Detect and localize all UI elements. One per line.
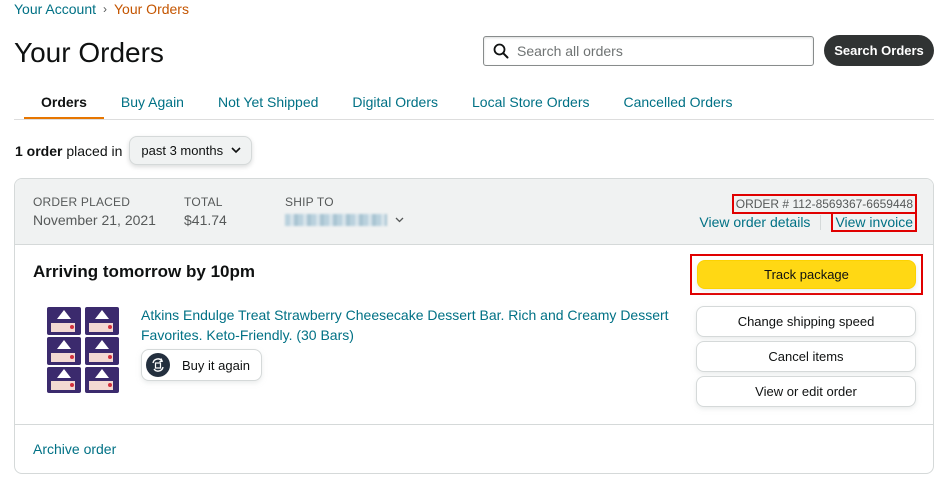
tab-orders[interactable]: Orders — [24, 88, 104, 119]
track-package-highlight: Track package — [690, 254, 923, 295]
time-period-dropdown[interactable]: past 3 months — [129, 136, 253, 165]
ship-to-label: SHIP TO — [285, 195, 334, 209]
track-package-button[interactable]: Track package — [697, 260, 916, 289]
buy-it-again-label: Buy it again — [182, 357, 250, 373]
search-box[interactable] — [483, 36, 814, 66]
placed-in-label: placed in — [66, 142, 123, 159]
buy-it-again-button[interactable]: Buy it again — [141, 349, 262, 381]
search-input[interactable] — [517, 43, 807, 59]
product-thumbnail[interactable] — [45, 305, 121, 395]
cancel-items-button[interactable]: Cancel items — [696, 341, 916, 372]
link-divider — [820, 214, 822, 230]
view-order-details-link[interactable]: View order details — [699, 214, 810, 230]
order-header-links: View order details View invoice — [699, 212, 917, 232]
order-total-label: TOTAL — [184, 195, 223, 209]
tab-digital-orders[interactable]: Digital Orders — [335, 88, 455, 119]
breadcrumb: Your Account › Your Orders — [14, 1, 189, 17]
search-orders-button[interactable]: Search Orders — [824, 35, 934, 66]
change-shipping-speed-button[interactable]: Change shipping speed — [696, 306, 916, 337]
order-filter-row: 1 order placed in past 3 months — [15, 136, 253, 165]
order-header: ORDER PLACED November 21, 2021 TOTAL $41… — [15, 179, 933, 245]
archive-order-link[interactable]: Archive order — [33, 441, 116, 457]
view-edit-order-button[interactable]: View or edit order — [696, 376, 916, 407]
recipient-name-redacted — [285, 214, 387, 226]
tab-buy-again[interactable]: Buy Again — [104, 88, 201, 119]
order-card: ORDER PLACED November 21, 2021 TOTAL $41… — [14, 178, 934, 474]
chevron-down-icon — [395, 217, 404, 223]
tab-cancelled-orders[interactable]: Cancelled Orders — [607, 88, 750, 119]
tab-local-store-orders[interactable]: Local Store Orders — [455, 88, 607, 119]
order-number: ORDER # 112-8569367-6659448 — [731, 194, 917, 214]
ship-to-col: SHIP TO — [285, 195, 404, 226]
order-total-col: TOTAL $41.74 — [184, 195, 227, 228]
order-tabs: Orders Buy Again Not Yet Shipped Digital… — [24, 88, 749, 119]
tabs-divider — [14, 119, 934, 120]
breadcrumb-your-account[interactable]: Your Account — [14, 1, 96, 17]
order-total-value: $41.74 — [184, 212, 227, 228]
breadcrumb-separator: › — [103, 2, 107, 16]
time-period-value: past 3 months — [141, 143, 224, 158]
order-placed-date: November 21, 2021 — [33, 212, 156, 228]
buy-again-icon — [146, 353, 170, 377]
tab-not-yet-shipped[interactable]: Not Yet Shipped — [201, 88, 335, 119]
order-count: 1 order — [15, 142, 63, 159]
chevron-down-icon — [231, 147, 241, 154]
product-title-link[interactable]: Atkins Endulge Treat Strawberry Cheeseca… — [141, 305, 671, 345]
delivery-status: Arriving tomorrow by 10pm — [33, 262, 255, 281]
ship-to-name-popover[interactable] — [285, 214, 404, 226]
breadcrumb-your-orders[interactable]: Your Orders — [114, 1, 189, 17]
page-title: Your Orders — [14, 37, 164, 68]
search-icon — [493, 43, 509, 59]
view-invoice-link[interactable]: View invoice — [831, 212, 917, 232]
order-placed-col: ORDER PLACED November 21, 2021 — [33, 195, 156, 228]
order-placed-label: ORDER PLACED — [33, 195, 131, 209]
order-card-divider — [15, 424, 933, 425]
